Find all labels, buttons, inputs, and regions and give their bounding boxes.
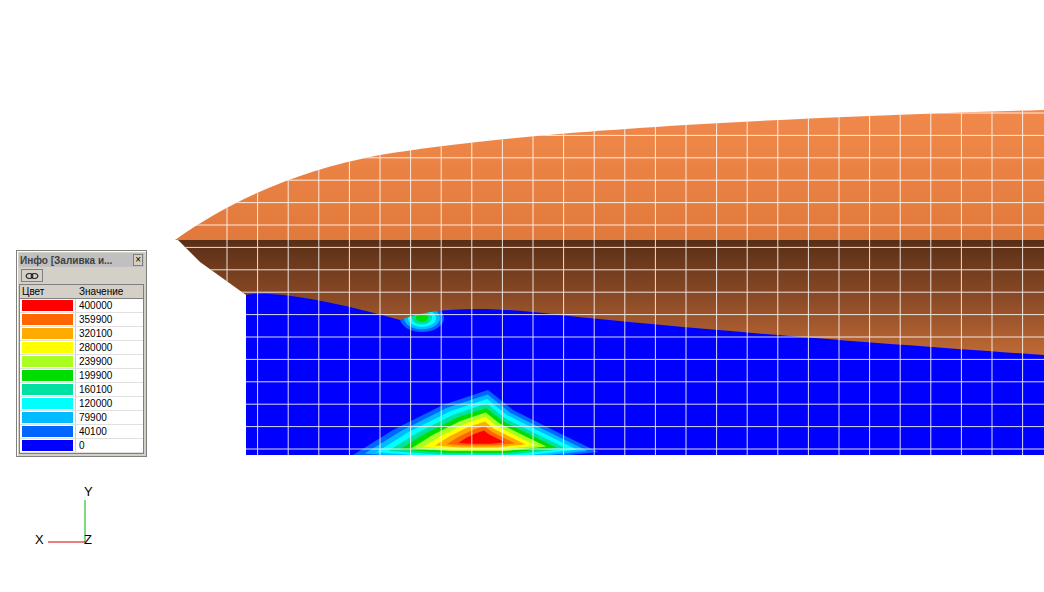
axis-y-label: Y [84, 485, 93, 499]
legend-value: 79900 [76, 411, 143, 424]
contour-band [458, 431, 505, 444]
contour-band [416, 314, 428, 322]
contour-band [412, 413, 547, 452]
legend-row: 160100 [20, 383, 143, 397]
legend-row: 40100 [20, 425, 143, 439]
toolbar [19, 267, 144, 284]
color-swatch [22, 356, 73, 367]
legend-value: 120000 [76, 397, 143, 410]
legend-value: 199900 [76, 369, 143, 382]
color-swatch [22, 300, 73, 311]
link-button[interactable] [21, 269, 43, 282]
axis-x-label: X [35, 533, 44, 547]
legend-value: 0 [76, 439, 143, 452]
color-swatch [22, 328, 73, 339]
contour-band [435, 422, 526, 448]
contour-band [365, 395, 588, 456]
legend-row: 199900 [20, 369, 143, 383]
color-swatch [22, 440, 73, 451]
color-swatch [22, 412, 73, 423]
contour-band [447, 426, 516, 446]
legend-row: 359900 [20, 313, 143, 327]
hull-model [175, 110, 1044, 355]
legend-value: 160100 [76, 383, 143, 396]
legend-row: 239900 [20, 355, 143, 369]
window-title: Инфо [Заливка и... [20, 255, 112, 266]
link-icon [25, 272, 39, 280]
legend-row: 320100 [20, 327, 143, 341]
viewport[interactable]: Y X Z Инфо [Заливка и... × ЦветЗначение400000… [0, 0, 1044, 592]
contour-band [388, 404, 567, 455]
legend-value: 280000 [76, 341, 143, 354]
info-window[interactable]: Инфо [Заливка и... × ЦветЗначение400000359… [16, 250, 147, 457]
legend-row: 280000 [20, 341, 143, 355]
color-swatch [22, 398, 73, 409]
close-button[interactable]: × [133, 254, 143, 266]
grid [170, 100, 1044, 456]
axis-gizmo-icon [48, 500, 85, 542]
column-header: Цвет [20, 285, 76, 298]
legend-table: ЦветЗначение4000003599003201002800002399… [19, 284, 144, 454]
color-swatch [22, 342, 73, 353]
color-swatch [22, 426, 73, 437]
legend-value: 40100 [76, 425, 143, 438]
contour-band [353, 390, 598, 455]
axis-z-label: Z [84, 533, 92, 547]
legend-value: 400000 [76, 299, 143, 312]
legend-row: 79900 [20, 411, 143, 425]
legend-value: 239900 [76, 355, 143, 368]
legend-row: 0 [20, 439, 143, 453]
legend-row: 400000 [20, 299, 143, 313]
table-header: ЦветЗначение [20, 285, 143, 299]
legend-value: 359900 [76, 313, 143, 326]
legend-value: 320100 [76, 327, 143, 340]
scene-canvas[interactable] [0, 0, 1044, 592]
color-swatch [22, 314, 73, 325]
legend-row: 120000 [20, 397, 143, 411]
color-swatch [22, 384, 73, 395]
title-bar[interactable]: Инфо [Заливка и... × [19, 253, 144, 267]
color-swatch [22, 370, 73, 381]
contour-band [423, 417, 536, 449]
column-header: Значение [76, 285, 143, 298]
